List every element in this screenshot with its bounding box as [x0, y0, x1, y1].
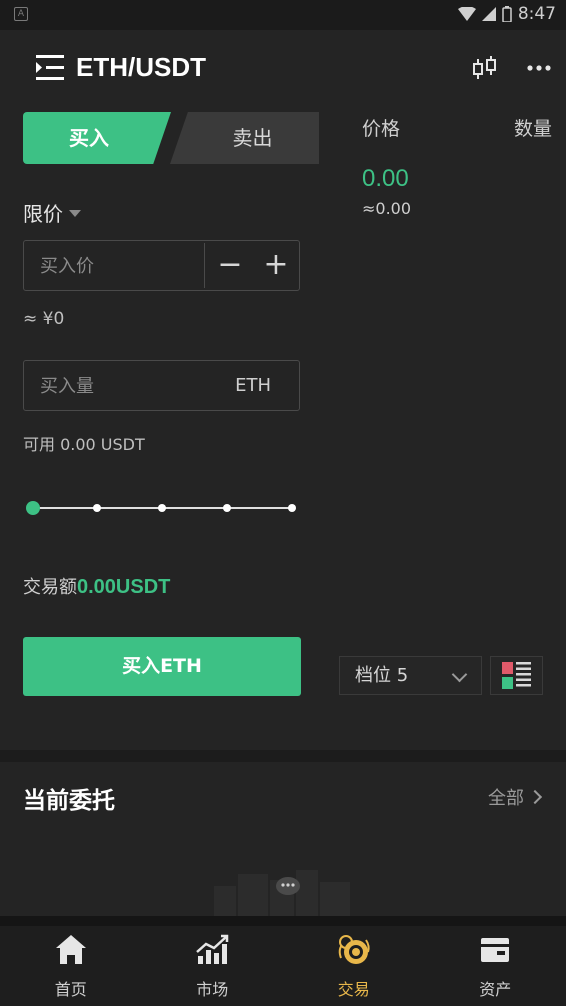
notification-icon: A	[14, 7, 28, 21]
buy-eth-button[interactable]: 买入ETH	[23, 637, 301, 696]
price-decrease-button[interactable]: −	[214, 241, 246, 290]
nav-label-assets: 资产	[479, 980, 512, 999]
status-time: 8:47	[517, 4, 556, 24]
depth-dropdown[interactable]: 档位 5	[339, 656, 482, 695]
orderbook-price-header: 价格	[362, 118, 401, 140]
slider-knob[interactable]	[26, 501, 40, 515]
amount-slider[interactable]	[26, 500, 298, 516]
nav-separator	[0, 916, 566, 926]
available-balance: 可用 0.00 USDT	[23, 435, 145, 454]
nav-item-home[interactable]: 首页	[0, 926, 142, 1006]
order-type-dropdown[interactable]: 限价	[23, 198, 81, 227]
order-type-label: 限价	[23, 202, 63, 226]
slider-stop-25[interactable]	[93, 504, 101, 512]
kline-chart-icon[interactable]	[472, 56, 498, 80]
nav-item-trade[interactable]: 交易	[283, 926, 425, 1006]
depth-label: 档位 5	[355, 665, 409, 686]
orderbook-qty-header: 数量	[514, 118, 553, 140]
trade-amount: 交易额0.00USDT	[23, 573, 170, 599]
trade-amount-value: 0.00USDT	[77, 576, 171, 598]
caret-down-icon	[69, 210, 81, 217]
trade-coins-icon	[338, 935, 370, 964]
nav-label-home: 首页	[54, 980, 87, 999]
wifi-icon	[457, 7, 476, 21]
orderbook-layout-button[interactable]	[490, 656, 543, 695]
price-divider	[204, 243, 205, 288]
empty-state-illustration	[214, 870, 350, 918]
tab-buy[interactable]: 买入	[23, 112, 171, 164]
chevron-right-icon	[527, 789, 543, 805]
nav-label-trade: 交易	[337, 980, 370, 999]
current-orders-title: 当前委托	[23, 788, 115, 814]
price-field: − +	[23, 240, 300, 292]
orderbook-layout-icon	[502, 662, 531, 689]
last-price[interactable]: 0.00	[362, 165, 409, 193]
price-input[interactable]	[38, 241, 202, 292]
signal-icon	[481, 7, 496, 21]
pair-title[interactable]: ETH/USDT	[76, 52, 206, 83]
wallet-icon	[481, 938, 510, 962]
nav-item-market[interactable]: 市场	[142, 926, 284, 1006]
status-indicators: 8:47	[457, 4, 556, 24]
price-cny-estimate: ≈ ¥0	[23, 309, 65, 329]
quantity-unit: ETH	[235, 375, 271, 396]
tab-sell[interactable]: 卖出	[170, 112, 319, 164]
trade-amount-label: 交易额	[23, 577, 77, 598]
nav-label-market: 市场	[196, 980, 229, 999]
last-price-approx: ≈0.00	[362, 199, 412, 218]
tab-sell-label: 卖出	[232, 126, 273, 150]
nav-item-assets[interactable]: 资产	[425, 926, 566, 1006]
quantity-input[interactable]	[38, 361, 202, 412]
tab-buy-label: 买入	[69, 126, 109, 150]
quantity-field: ETH	[23, 360, 300, 412]
section-divider	[0, 750, 566, 762]
price-increase-button[interactable]: +	[260, 241, 292, 290]
battery-icon	[502, 6, 512, 22]
bottom-nav: 首页 市场 交易 资产	[0, 926, 566, 1006]
more-icon[interactable]	[527, 65, 551, 71]
slider-stop-50[interactable]	[158, 504, 166, 512]
menu-icon[interactable]	[36, 55, 64, 81]
slider-stop-75[interactable]	[223, 504, 231, 512]
market-chart-icon	[196, 934, 229, 964]
chevron-down-icon	[451, 666, 468, 683]
home-icon	[55, 935, 86, 964]
all-orders-link[interactable]: 全部	[488, 784, 543, 810]
slider-stop-100[interactable]	[288, 504, 296, 512]
all-orders-label: 全部	[488, 788, 524, 809]
